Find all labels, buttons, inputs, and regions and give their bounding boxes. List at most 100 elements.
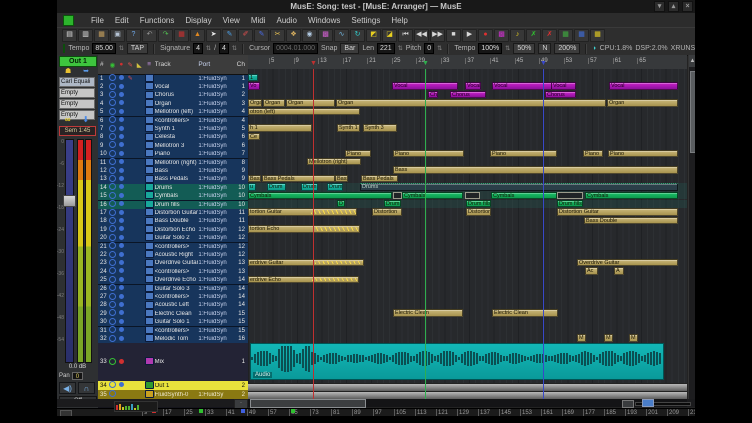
mute-dot-icon[interactable] [117,327,126,334]
track-port[interactable]: 1:FluidSyn [198,202,229,208]
menu-help[interactable]: Help [391,16,407,25]
track-port[interactable]: 1:FluidSyn [198,269,229,275]
part-erdrive-guitar[interactable]: erdrive Guitar [248,259,364,266]
metronome-toggle-button[interactable]: ♪ [510,29,525,42]
track-port[interactable]: 1:FluidSyn [198,277,229,283]
part-piano[interactable]: Piano [583,150,603,157]
volume-fader[interactable] [65,139,74,363]
part-unnamed[interactable] [557,192,583,199]
mute-dot-icon[interactable] [117,75,126,82]
part-m[interactable]: M [604,334,613,341]
line-tool-button[interactable]: ✎ [254,29,269,42]
track-port[interactable]: 1:FluidSy [198,392,229,398]
tempo-normal-button[interactable]: N [538,43,551,54]
part-vo[interactable]: Vo [248,82,260,89]
part-drum-fills[interactable]: Drum fills [557,200,583,207]
part-drum-fills[interactable]: Drum fills [466,200,491,207]
menu-audio[interactable]: Audio [276,16,296,25]
mute-dot-icon[interactable] [117,252,126,259]
stop-button[interactable]: ■ [446,29,461,42]
mixer-tool-button[interactable]: ▩ [318,29,333,42]
part-chorus[interactable]: Chorus [545,91,576,98]
record-arm-icon[interactable] [108,335,117,344]
mute-dot-icon[interactable] [117,302,126,309]
track-port[interactable]: 1:FluidSyn [198,319,229,325]
punch-in-button[interactable]: ◩ [366,29,381,42]
part-tortion-guitar[interactable]: tortion Guitar [248,208,357,215]
undo-button[interactable]: ↶ [142,29,157,42]
part-u[interactable]: u [248,183,256,190]
part-m[interactable]: M [629,334,638,341]
part-piano[interactable]: Piano [608,150,678,157]
maximize-icon[interactable]: ▴ [668,1,679,12]
part-vocal[interactable]: Vocal [551,82,576,89]
part-cymbals[interactable]: Cymbals [248,192,392,199]
part-otron-left[interactable]: otron (left) [248,108,360,115]
part-m[interactable]: M [577,334,586,341]
part-chorus[interactable]: Chorus [450,91,486,98]
mute-dot-icon[interactable] [117,100,126,107]
record-arm-icon[interactable] [108,358,117,367]
part-cymbals[interactable]: Cymbals [491,192,557,199]
track-port[interactable]: 1:FluidSyn [198,134,229,140]
part-cymbals[interactable]: Cymbals [402,192,463,199]
len-spinbox[interactable]: 221 [377,43,395,54]
playhead-line-flag[interactable]: ▼ [310,60,317,67]
punch-button[interactable]: ▦ [174,29,189,42]
menu-windows[interactable]: Windows [308,16,340,25]
part-bass[interactable]: Bass [393,166,678,173]
track-port[interactable]: 1:FluidSyn [198,168,229,174]
mute-dot-icon[interactable] [117,193,126,200]
vertical-scrollbar[interactable]: ▲ [688,55,695,399]
part-drum[interactable]: Drum [267,183,286,190]
minimize-icon[interactable]: ▾ [654,1,665,12]
mute-dot-icon[interactable] [117,336,126,343]
mute-dot-icon[interactable] [117,285,126,292]
track-port[interactable]: 1:FluidSyn [198,235,229,241]
part-electric-clean[interactable]: Electric Clean [492,309,558,316]
mute-dot-icon[interactable] [117,268,126,275]
mute-dot-icon[interactable] [117,159,126,166]
tempo-scale-spinbox[interactable]: 100% [478,43,502,54]
mute-dot-icon[interactable] [117,260,126,267]
track-port[interactable]: 1:FluidSyn [198,118,229,124]
open-file-button[interactable]: ▦ [94,29,109,42]
right-loop-line-flag[interactable]: ▼ [540,60,547,67]
track-port[interactable]: 1:FluidSyn [198,151,229,157]
tap-button[interactable]: TAP [127,43,148,54]
part-ch[interactable]: Ch [428,91,438,98]
mute-dot-icon[interactable] [117,142,126,149]
track-port[interactable]: 1:FluidSyn [198,160,229,166]
overview-menu-icon[interactable] [60,410,72,416]
panic-button[interactable]: ▩ [494,29,509,42]
part-distortion[interactable]: Distortion [372,208,402,215]
part-drum[interactable]: Drum [327,183,343,190]
track-port[interactable]: 1:FluidSyn [198,92,229,98]
loop-range-button[interactable]: ↻ [350,29,365,42]
part-d[interactable]: D [337,200,345,207]
menu-midi[interactable]: Midi [251,16,266,25]
part-synth-3[interactable]: Synth 3 [363,124,397,131]
scissors-tool-button[interactable]: ✂ [270,29,285,42]
punch-out-button[interactable]: ◪ [382,29,397,42]
marker-view-button[interactable]: ▦ [590,29,605,42]
tempo-200-button[interactable]: 200% [554,43,580,54]
goto-start-button[interactable]: ⏮ [398,29,413,42]
track-port[interactable]: 1:FluidSyn [198,193,229,199]
mute-dot-icon[interactable] [117,243,126,250]
eraser-tool-button[interactable]: ✐ [238,29,253,42]
redo-button[interactable]: ↷ [158,29,173,42]
part-erdrive-echo[interactable]: erdrive Echo [248,276,359,283]
pointer-tool-button[interactable]: ➤ [206,29,221,42]
mute-dot-icon[interactable] [117,277,126,284]
track-port[interactable]: 1:FluidSyn [198,210,229,216]
arranger-canvas[interactable]: 1VoVocalVocalVocalVocalVocalChChorusChor… [248,69,687,399]
part-piano[interactable]: Piano [345,150,371,157]
edit-cell[interactable]: ✎ [126,75,135,82]
part-distortion[interactable]: Distortion [466,208,491,215]
part-drums[interactable]: Drums [360,183,678,190]
vertical-scrollbar-thumb[interactable] [690,71,695,153]
part-organ[interactable]: Organ [286,99,335,106]
tempo-50-button[interactable]: 50% [513,43,535,54]
glue-tool-button[interactable]: ❖ [286,29,301,42]
